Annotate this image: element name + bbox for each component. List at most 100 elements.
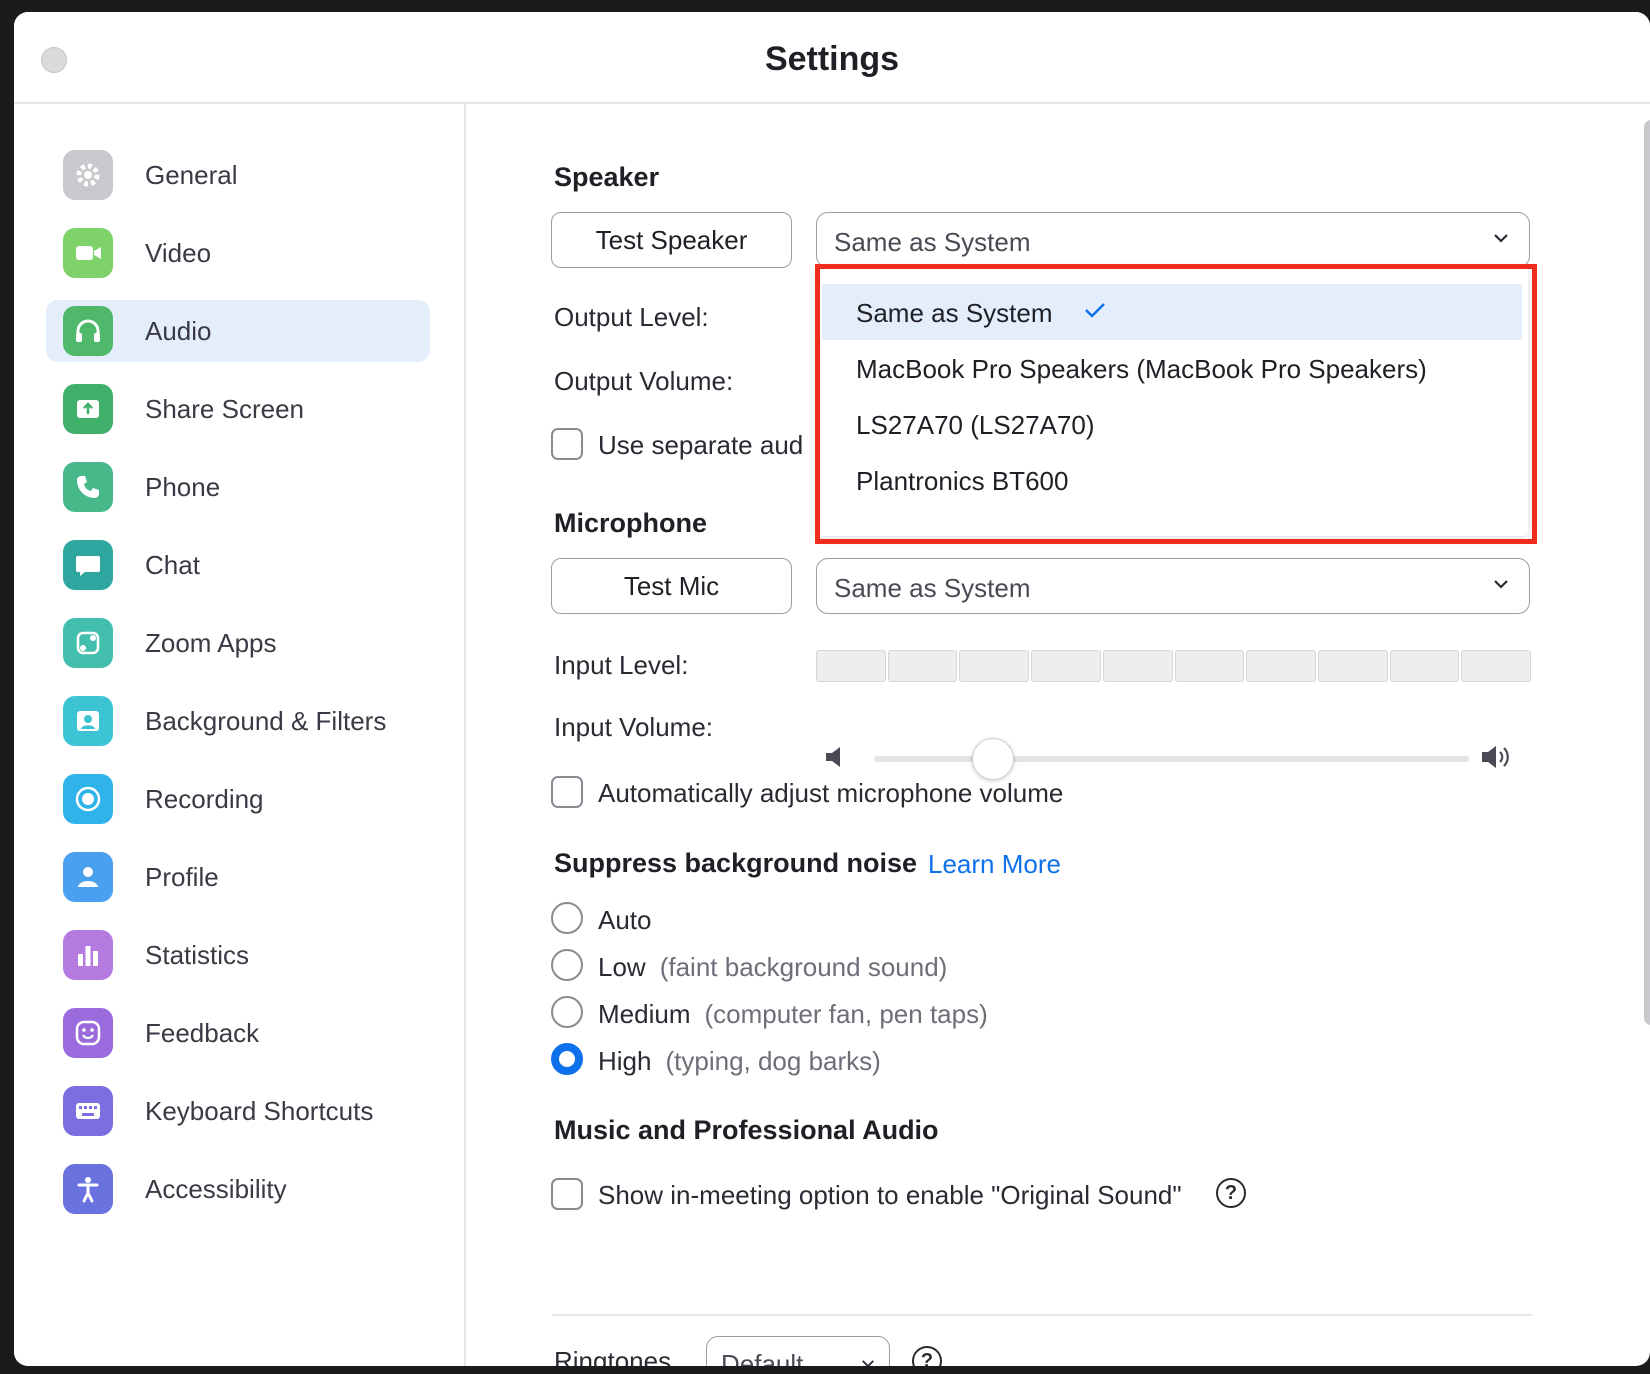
- speaker-select-value: Same as System: [834, 227, 1031, 257]
- speaker-select[interactable]: Same as System: [816, 212, 1530, 268]
- noise-radio-low[interactable]: [551, 949, 583, 981]
- headphones-icon: [63, 306, 113, 356]
- auto-adjust-mic-label: Automatically adjust microphone volume: [598, 778, 1064, 808]
- noise-option-label: Medium: [598, 999, 691, 1029]
- sidebar-item-recording[interactable]: Recording: [46, 768, 430, 830]
- level-meter-segment: [1031, 650, 1101, 682]
- noise-radio-auto[interactable]: [551, 902, 583, 934]
- speaker-section-title: Speaker: [554, 162, 660, 192]
- noise-option-hint: (typing, dog barks): [665, 1046, 881, 1076]
- level-meter-segment: [1246, 650, 1316, 682]
- chevron-down-icon: [862, 1360, 874, 1366]
- input-level-label: Input Level:: [554, 650, 689, 680]
- sidebar-item-label: Phone: [145, 472, 221, 502]
- sidebar-item-phone[interactable]: Phone: [46, 456, 430, 518]
- level-meter-segment: [1102, 650, 1173, 682]
- zoom-apps-icon: [63, 618, 113, 668]
- original-sound-checkbox[interactable]: [551, 1178, 583, 1210]
- input-level-meter: [816, 650, 1532, 682]
- record-icon: [63, 774, 113, 824]
- sidebar-item-audio[interactable]: Audio: [46, 300, 430, 362]
- sidebar-item-feedback[interactable]: Feedback: [46, 1002, 430, 1064]
- chevron-down-icon: [1494, 580, 1508, 589]
- sidebar-item-profile[interactable]: Profile: [46, 846, 430, 908]
- input-volume-label: Input Volume:: [554, 712, 713, 742]
- sidebar-item-label: Share Screen: [145, 394, 304, 424]
- noise-option-label: Auto: [598, 905, 652, 935]
- test-mic-button[interactable]: Test Mic: [551, 558, 792, 614]
- level-meter-segment: [1174, 650, 1245, 682]
- title-bar: Settings: [14, 12, 1650, 104]
- noise-option-auto: Auto: [598, 905, 652, 936]
- input-volume-slider-track[interactable]: [874, 756, 1469, 762]
- speaker-low-icon: [826, 747, 840, 767]
- sidebar-item-statistics[interactable]: Statistics: [46, 924, 430, 986]
- separate-audio-device-checkbox[interactable]: [551, 428, 583, 460]
- learn-more-link[interactable]: Learn More: [928, 849, 1061, 880]
- smile-icon: [63, 1008, 113, 1058]
- level-meter-segment: [1461, 650, 1532, 682]
- suppress-noise-section-title: Suppress background noise: [554, 848, 918, 878]
- microphone-select[interactable]: Same as System: [816, 558, 1530, 614]
- level-meter-segment: [1389, 650, 1460, 682]
- noise-option-label: Low: [598, 952, 646, 982]
- noise-option-hint: (faint background sound): [659, 952, 948, 982]
- sidebar-item-share-screen[interactable]: Share Screen: [46, 378, 430, 440]
- sidebar-item-label: Keyboard Shortcuts: [145, 1096, 374, 1126]
- bar-chart-icon: [63, 930, 113, 980]
- chevron-down-icon: [1494, 234, 1508, 243]
- sidebar-item-label: Background & Filters: [145, 706, 387, 736]
- noise-option-label: High: [598, 1046, 652, 1076]
- microphone-select-value: Same as System: [834, 573, 1031, 603]
- scrollbar[interactable]: [1644, 120, 1650, 1025]
- window-title: Settings: [764, 40, 900, 78]
- level-meter-segment: [887, 650, 958, 682]
- keyboard-icon: [63, 1086, 113, 1136]
- level-meter-segment: [816, 650, 886, 682]
- sidebar: General Video Audio Share Screen Phone C…: [14, 104, 466, 1366]
- sidebar-item-keyboard-shortcuts[interactable]: Keyboard Shortcuts: [46, 1080, 430, 1142]
- test-speaker-button[interactable]: Test Speaker: [551, 212, 792, 268]
- person-background-icon: [63, 696, 113, 746]
- music-audio-section-title: Music and Professional Audio: [554, 1115, 939, 1145]
- sidebar-item-label: Profile: [145, 862, 219, 892]
- ringtones-select[interactable]: Default: [706, 1336, 890, 1366]
- sidebar-item-label: Accessibility: [145, 1174, 287, 1204]
- chat-bubble-icon: [63, 540, 113, 590]
- help-icon[interactable]: ?: [912, 1346, 942, 1366]
- accessibility-icon: [63, 1164, 113, 1214]
- noise-radio-medium[interactable]: [551, 996, 583, 1028]
- sidebar-item-accessibility[interactable]: Accessibility: [46, 1158, 430, 1220]
- sidebar-item-video[interactable]: Video: [46, 222, 430, 284]
- sidebar-item-chat[interactable]: Chat: [46, 534, 430, 596]
- help-icon[interactable]: ?: [1216, 1178, 1246, 1208]
- auto-adjust-mic-checkbox[interactable]: [551, 776, 583, 808]
- sidebar-item-label: General: [145, 160, 238, 190]
- sidebar-item-general[interactable]: General: [46, 144, 430, 206]
- sidebar-item-zoom-apps[interactable]: Zoom Apps: [46, 612, 430, 674]
- level-meter-segment: [959, 650, 1030, 682]
- annotation-highlight-box: [815, 264, 1537, 544]
- sidebar-item-label: Audio: [145, 316, 212, 346]
- sidebar-item-label: Statistics: [145, 940, 250, 970]
- output-level-label: Output Level:: [554, 302, 709, 332]
- sidebar-item-label: Video: [145, 238, 212, 268]
- sidebar-item-label: Feedback: [145, 1018, 260, 1048]
- speaker-high-icon: [1482, 746, 1509, 768]
- microphone-section-title: Microphone: [554, 508, 707, 538]
- sidebar-item-label: Zoom Apps: [145, 628, 277, 658]
- ringtones-select-value: Default: [721, 1349, 804, 1366]
- noise-radio-high[interactable]: [551, 1043, 583, 1075]
- profile-icon: [63, 852, 113, 902]
- noise-option-medium: Medium (computer fan, pen taps): [598, 999, 988, 1030]
- noise-option-low: Low (faint background sound): [598, 952, 947, 983]
- input-volume-slider-thumb[interactable]: [972, 738, 1014, 780]
- video-camera-icon: [63, 228, 113, 278]
- divider: [552, 1314, 1532, 1316]
- share-screen-icon: [63, 384, 113, 434]
- output-volume-label: Output Volume:: [554, 366, 734, 396]
- phone-icon: [63, 462, 113, 512]
- sidebar-item-background-filters[interactable]: Background & Filters: [46, 690, 430, 752]
- separate-audio-device-label: Use separate aud: [598, 430, 804, 460]
- noise-option-hint: (computer fan, pen taps): [704, 999, 988, 1029]
